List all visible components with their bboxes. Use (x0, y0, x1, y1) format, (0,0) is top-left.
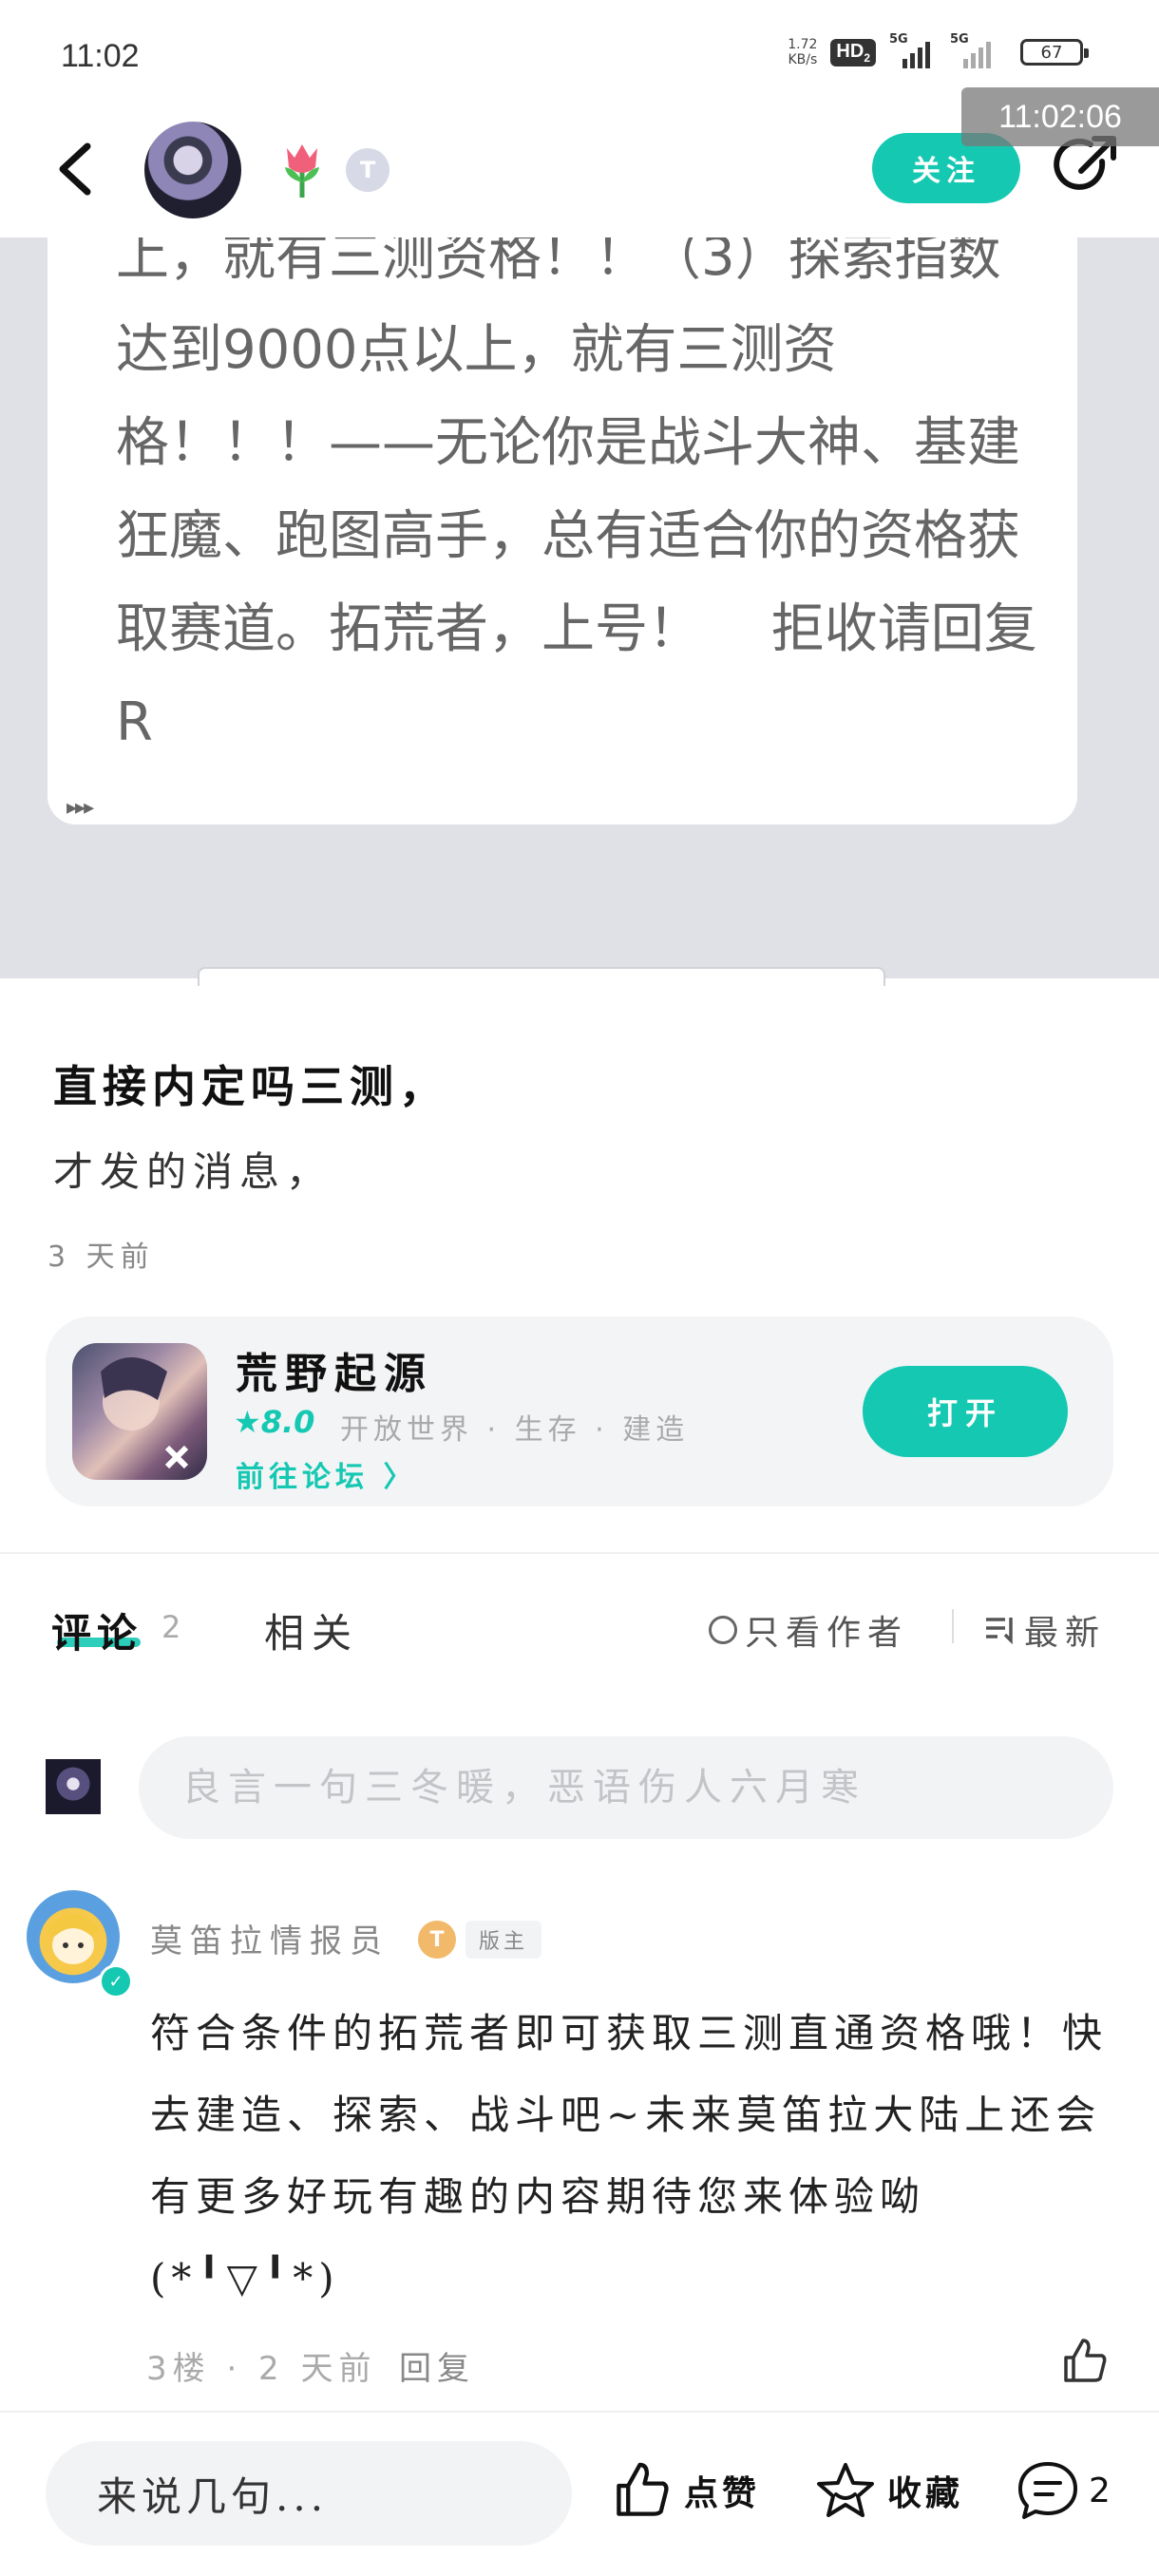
tier-badge: T (346, 148, 390, 192)
reply-button[interactable]: 回复 (399, 2342, 475, 2389)
comment-input[interactable] (139, 1736, 1113, 1839)
back-button[interactable] (49, 135, 106, 203)
favorite-button[interactable]: 收藏 (815, 2460, 963, 2521)
author-only-toggle[interactable]: 只看作者 (709, 1605, 908, 1655)
forum-link[interactable]: 前往论坛 〉 (236, 1453, 416, 1495)
author-only-label: 只看作者 (745, 1614, 909, 1653)
verified-icon: ✓ (99, 1964, 133, 1998)
battery-level: 67 (1040, 42, 1063, 63)
post-title: 直接内定吗三测， (53, 1061, 448, 1112)
my-avatar (46, 1759, 101, 1814)
post-time: 3 天前 (48, 1241, 155, 1274)
tab-related[interactable]: 相关 (264, 1601, 359, 1659)
bottom-divider (0, 2411, 1159, 2413)
clock-overlay: 11:02:06 (961, 87, 1159, 146)
comment-body: 符合条件的拓荒者即可获取三测直通资格哦！快去建造、探索、战斗吧~未来莫笛拉大陆上… (150, 2010, 1109, 2301)
battery-icon: 67 (1020, 39, 1089, 66)
signal-2-label: 5G (950, 32, 969, 47)
status-icons: 1.72 KB/s HD2 5G 5G 67 (788, 32, 1089, 68)
game-rating: ★8.0 (234, 1404, 315, 1440)
net-speed: 1.72 KB/s (788, 37, 817, 67)
commenter-tier-badge: T (418, 1921, 456, 1959)
hd-icon: HD2 (830, 38, 876, 66)
comments-button[interactable]: 2 (1016, 2460, 1111, 2521)
thumbs-up-icon (1064, 2339, 1107, 2382)
tab-comments[interactable]: 评论 (51, 1601, 142, 1659)
author-avatar[interactable] (144, 122, 241, 218)
moderator-badge: 版主 (466, 1921, 542, 1959)
comment-like-button[interactable] (1060, 2337, 1110, 2386)
net-speed-value: 1.72 (788, 37, 818, 52)
post-body: 才发的消息， (53, 1148, 333, 1195)
star-icon (817, 2463, 874, 2517)
thumbs-up-icon (617, 2462, 669, 2516)
separator (952, 1609, 954, 1643)
hd-sub: 2 (864, 50, 870, 65)
open-game-button[interactable]: 打开 (863, 1366, 1068, 1457)
net-speed-unit: KB/s (788, 52, 818, 67)
signal-icon-2: 5G (950, 32, 1007, 68)
game-icon[interactable] (72, 1343, 207, 1480)
game-name: 荒野起源 (236, 1350, 433, 1398)
radio-icon (709, 1616, 737, 1644)
comments-count: 2 (162, 1609, 181, 1645)
comment-icon (1018, 2462, 1077, 2519)
favorite-label: 收藏 (887, 2473, 964, 2513)
hd-label: HD (836, 40, 864, 62)
sort-label: 最新 (1024, 1614, 1107, 1653)
chevron-left-icon (59, 142, 91, 196)
like-button[interactable]: 点赞 (612, 2460, 760, 2521)
comment-meta: 3楼 · 2 天前 (146, 2350, 377, 2388)
comment-count: 2 (1089, 2471, 1111, 2510)
signal-1-label: 5G (889, 32, 908, 47)
commenter-name[interactable]: 莫笛拉情报员 (150, 1915, 390, 1961)
tulip-icon (276, 141, 329, 199)
next-image-edge (198, 967, 885, 986)
status-time: 11:02 (61, 38, 140, 74)
like-label: 点赞 (684, 2473, 761, 2513)
post-image-text: 上，就有三测资格！！（3）探索指数达到9000点以上，就有三测资格！！！——无论… (116, 226, 1037, 753)
game-tags: 开放世界 · 生存 · 建造 (340, 1413, 690, 1447)
signal-icon: 5G (889, 32, 937, 68)
sort-icon (986, 1618, 1013, 1644)
divider (0, 1552, 1159, 1554)
bottom-comment-input[interactable]: 来说几句... (46, 2441, 572, 2546)
more-indicator: ▸▸▸ (66, 796, 94, 820)
sort-button[interactable]: 最新 (984, 1605, 1106, 1655)
